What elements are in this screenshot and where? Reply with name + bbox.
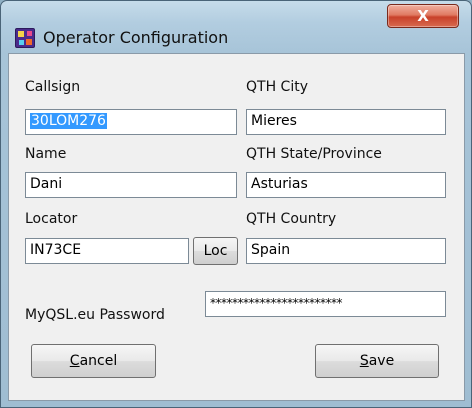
app-logo-icon — [15, 28, 35, 48]
qth-city-label: QTH City — [246, 79, 308, 95]
callsign-input[interactable]: 30LOM276 — [25, 109, 237, 135]
locator-input[interactable]: IN73CE — [25, 238, 189, 264]
close-button[interactable]: X — [387, 4, 459, 28]
close-icon: X — [417, 7, 429, 25]
save-mnemonic: S — [359, 353, 369, 369]
dialog-window: Operator Configuration X Callsign 30LOM2… — [0, 0, 472, 408]
name-label: Name — [25, 146, 67, 162]
save-button[interactable]: Save — [315, 344, 439, 378]
password-label: MyQSL.eu Password — [25, 307, 165, 323]
name-input[interactable]: Dani — [25, 172, 237, 198]
cancel-label: ancel — [79, 353, 118, 369]
qth-city-input[interactable]: Mieres — [246, 109, 446, 135]
qth-country-input[interactable]: Spain — [246, 238, 446, 264]
cancel-button[interactable]: Cancel — [31, 344, 156, 378]
save-label: ave — [368, 353, 395, 369]
qth-state-input[interactable]: Asturias — [246, 172, 446, 198]
dialog-body: Callsign 30LOM276 QTH City Mieres Name D… — [8, 53, 465, 401]
window-title: Operator Configuration — [43, 28, 229, 47]
callsign-label: Callsign — [25, 79, 81, 95]
callsign-value: 30LOM276 — [30, 113, 107, 129]
locator-label: Locator — [25, 211, 78, 227]
cancel-mnemonic: C — [69, 353, 80, 369]
loc-button[interactable]: Loc — [193, 237, 238, 265]
qth-state-label: QTH State/Province — [246, 146, 382, 162]
password-input[interactable]: ************************ — [205, 291, 446, 317]
title-bar[interactable]: Operator Configuration X — [1, 1, 471, 53]
qth-country-label: QTH Country — [246, 211, 337, 227]
